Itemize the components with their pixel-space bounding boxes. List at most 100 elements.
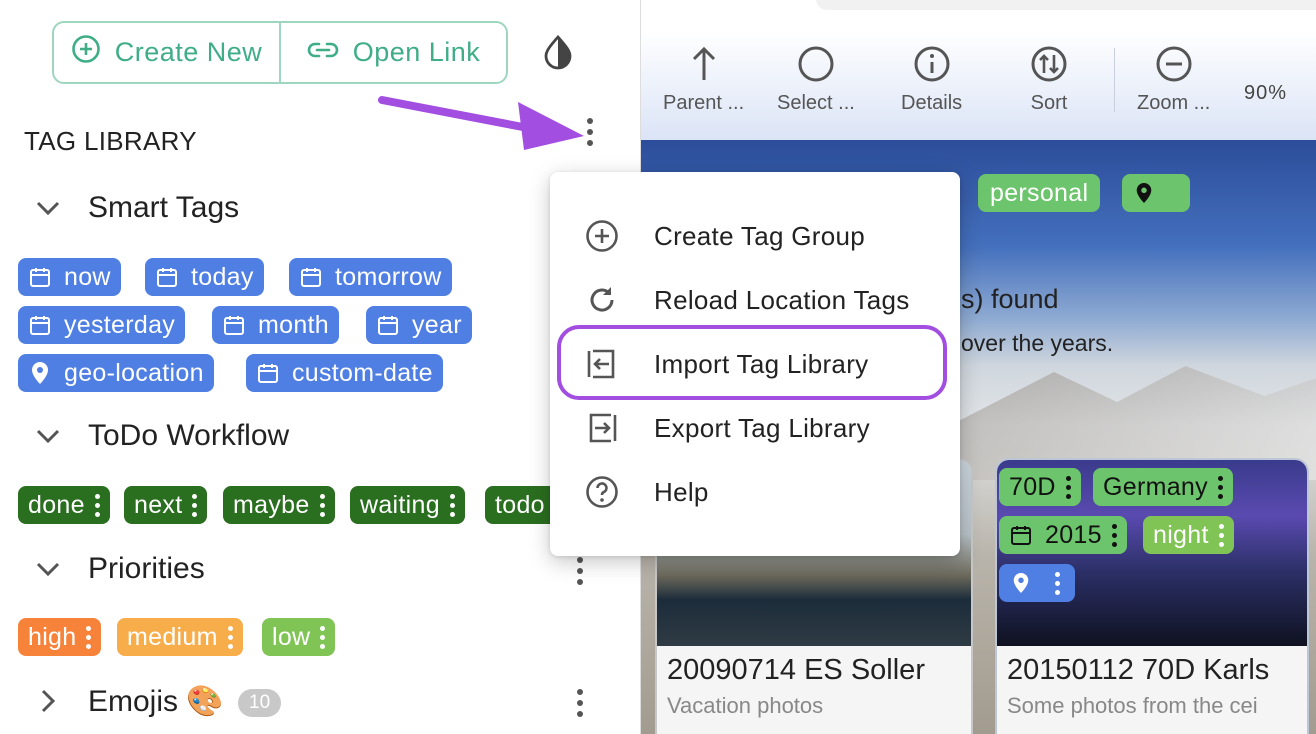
create-new-label: Create New [114,37,263,67]
tag-label: now [64,262,111,291]
file-title: 20090714 ES Soller [667,654,925,686]
tag-library-title: TAG LIBRARY [24,126,197,156]
tag-low[interactable]: low [262,618,336,656]
tag-germany[interactable]: Germany [1093,468,1233,506]
tag-high[interactable]: high [18,618,102,656]
tag-label: low [272,622,311,651]
more-vert-icon[interactable] [320,625,326,649]
more-vert-icon[interactable] [227,625,233,649]
more-vert-icon[interactable] [86,625,92,649]
circle-select-icon [796,44,836,84]
more-vert-icon[interactable] [1111,523,1117,547]
more-vert-icon[interactable] [1217,475,1223,499]
menu-item-reload-location-tags[interactable]: Reload Location Tags [550,268,960,332]
open-link-button[interactable]: Open Link [279,23,506,82]
tag-yesterday[interactable]: yesterday [18,306,186,344]
zoom-level: 90% [1244,82,1288,104]
menu-item-export-tag-library[interactable]: Export Tag Library [550,396,960,460]
tag-70d[interactable]: 70D [999,468,1081,506]
chevron-down-icon [30,418,66,454]
zoom-out-button[interactable]: Zoom ... [1137,44,1210,115]
tag-waiting[interactable]: waiting [350,486,465,524]
tag-label: month [258,310,329,339]
menu-item-help[interactable]: Help [550,460,960,524]
tag-label: maybe [233,490,310,519]
more-vert-icon[interactable] [192,493,198,517]
tag-group-smart-tags[interactable]: Smart Tags [30,190,239,226]
tag-next[interactable]: next [124,486,208,524]
tag-group-emojis[interactable]: Emojis 🎨 10 [30,683,282,719]
tag-done[interactable]: done [18,486,110,524]
search-bar[interactable] [816,0,1316,10]
tag-label: geo-location [64,358,204,387]
toolbar-label: Select ... [777,92,855,114]
tag-group-priorities[interactable]: Priorities [30,551,205,587]
tag-label: yesterday [64,310,176,339]
more-vert-icon[interactable] [1055,571,1060,595]
zoom-out-icon [1154,44,1194,84]
location-pin-icon [1132,181,1156,205]
toolbar: Parent ... Select ... Details Sort Zoom … [641,30,1316,140]
priorities-menu-button[interactable] [570,551,590,591]
tag-geo-location[interactable]: geo-location [18,354,214,392]
tag-label: todo [495,490,545,519]
toolbar-divider [1114,48,1115,112]
tag-maybe[interactable]: maybe [223,486,335,524]
more-vert-icon[interactable] [94,493,100,517]
tag-month[interactable]: month [212,306,339,344]
calendar-icon [299,265,323,289]
tag-group-todo-workflow[interactable]: ToDo Workflow [30,418,289,454]
tag-2015[interactable]: 2015 [999,516,1127,554]
file-card-karls[interactable]: 20150112 70D Karls Some photos from the … [995,458,1309,734]
toolbar-label: Sort [1030,92,1068,114]
parent-folder-button[interactable]: Parent ... [663,44,744,115]
tag-geo[interactable] [999,564,1075,602]
menu-item-create-tag-group[interactable]: Create Tag Group [550,204,960,268]
toolbar-label: Parent ... [663,92,745,114]
details-button[interactable]: Details [901,44,962,115]
tag-group-name: ToDo Workflow [88,419,290,452]
info-icon [912,44,952,84]
tag-label: 70D [1009,472,1056,501]
sort-button[interactable]: Sort [1029,44,1069,115]
more-vert-icon[interactable] [449,493,455,517]
folder-description-text: over the years. [961,330,1114,356]
sort-icon [1029,44,1069,84]
more-vert-icon[interactable] [1218,523,1224,547]
chevron-down-icon [30,190,66,226]
top-strip [641,0,1316,30]
tag-night[interactable]: night [1143,516,1234,554]
tag-personal[interactable]: personal [978,174,1101,212]
theme-toggle-icon[interactable] [540,34,576,70]
tag-tomorrow[interactable]: tomorrow [289,258,452,296]
tag-group-name: Emojis 🎨 [88,684,224,718]
select-button[interactable]: Select ... [777,44,855,115]
emojis-menu-button[interactable] [570,683,590,723]
tag-label: year [412,310,462,339]
create-open-button-group: Create New Open Link [52,21,508,84]
calendar-icon [155,265,179,289]
location-pin-icon [1009,571,1033,595]
chevron-down-icon [30,551,66,587]
more-vert-icon[interactable] [319,493,325,517]
tag-location[interactable] [1122,174,1190,212]
file-description: Some photos from the cei [1007,693,1258,718]
file-description: Vacation photos [667,693,824,718]
tag-label: next [134,490,183,519]
tag-medium[interactable]: medium [117,618,243,656]
tag-label: custom-date [292,358,433,387]
tag-now[interactable]: now [18,258,121,296]
tag-label: waiting [360,490,440,519]
tag-custom-date[interactable]: custom-date [246,354,443,392]
tag-label: Germany [1103,472,1208,501]
more-vert-icon[interactable] [1065,475,1071,499]
tag-label: medium [127,622,218,651]
calendar-icon [256,361,280,385]
tag-year[interactable]: year [366,306,472,344]
menu-item-label: Create Tag Group [654,220,865,251]
tag-today[interactable]: today [145,258,264,296]
create-new-button[interactable]: Create New [54,23,279,82]
tag-label: 2015 [1045,520,1102,549]
help-icon [584,474,620,510]
annotation-arrow-icon [378,96,584,150]
